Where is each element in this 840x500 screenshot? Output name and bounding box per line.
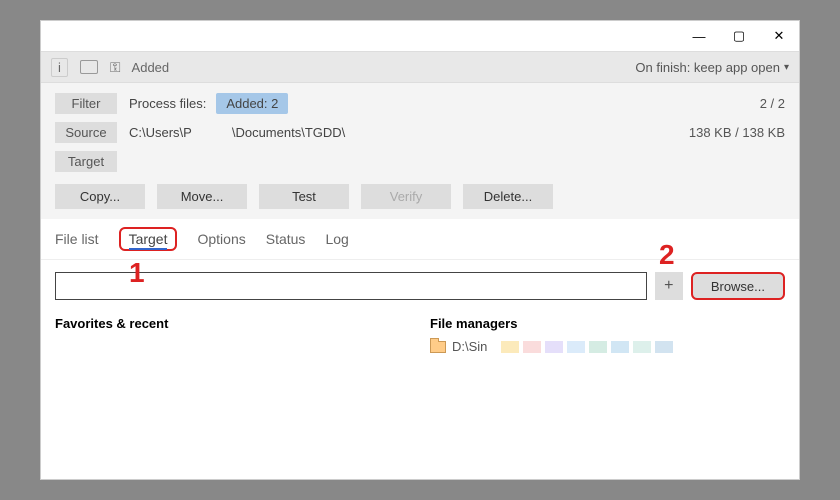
chevron-down-icon: ▾ (784, 62, 789, 73)
badge-icon: i (51, 58, 68, 77)
stripe (545, 341, 563, 353)
minimize-button[interactable]: — (679, 21, 719, 51)
tab-log[interactable]: Log (325, 229, 348, 249)
tab-file-list[interactable]: File list (55, 229, 99, 249)
recent-columns: Favorites & recent File managers D:\Sin (41, 312, 799, 358)
test-button[interactable]: Test (259, 184, 349, 209)
verify-button: Verify (361, 184, 451, 209)
stripe (655, 341, 673, 353)
tab-options[interactable]: Options (197, 229, 245, 249)
source-size: 138 KB / 138 KB (689, 125, 785, 140)
file-manager-label: D:\Sin (452, 339, 487, 354)
maximize-button[interactable]: ▢ (719, 21, 759, 51)
move-button[interactable]: Move... (157, 184, 247, 209)
action-row: Copy... Move... Test Verify Delete... (41, 180, 799, 219)
folder-icon (430, 341, 446, 353)
file-managers-heading: File managers (430, 316, 785, 331)
close-button[interactable]: ✕ (759, 21, 799, 51)
stripe (501, 341, 519, 353)
source-path-a: C:\Users\P (129, 125, 192, 140)
favorites-column: Favorites & recent (55, 316, 410, 354)
on-finish-dropdown[interactable]: On finish: keep app open ▾ (635, 60, 789, 75)
tab-row: File list Target Options Status Log (41, 219, 799, 260)
info-area: Filter Process files: Added: 2 2 / 2 Sou… (41, 83, 799, 180)
status-label: Added (132, 60, 170, 75)
tab-target[interactable]: Target (119, 227, 178, 251)
browse-button[interactable]: Browse... (691, 272, 785, 300)
target-label[interactable]: Target (55, 151, 117, 172)
stripe (589, 341, 607, 353)
file-count: 2 / 2 (760, 96, 785, 111)
color-stripes (501, 341, 673, 353)
file-manager-item[interactable]: D:\Sin (430, 339, 785, 354)
stripe (611, 341, 629, 353)
target-row: Target (55, 151, 785, 172)
stripe (523, 341, 541, 353)
target-path-input[interactable] (55, 272, 647, 300)
favorites-heading: Favorites & recent (55, 316, 410, 331)
tab-status[interactable]: Status (266, 229, 306, 249)
file-managers-column: File managers D:\Sin (430, 316, 785, 354)
filter-row: Filter Process files: Added: 2 2 / 2 (55, 93, 785, 114)
top-toolbar: i ⚿ Added On finish: keep app open ▾ (41, 51, 799, 83)
card-icon (80, 60, 98, 74)
titlebar: — ▢ ✕ (41, 21, 799, 51)
source-path-b: \Documents\TGDD\ (232, 125, 345, 140)
filter-label[interactable]: Filter (55, 93, 117, 114)
source-label[interactable]: Source (55, 122, 117, 143)
copy-button[interactable]: Copy... (55, 184, 145, 209)
target-input-row: + Browse... (41, 260, 799, 312)
added-pill[interactable]: Added: 2 (216, 93, 288, 114)
key-icon: ⚿ (110, 59, 120, 76)
process-files-label: Process files: (129, 96, 206, 111)
app-window: — ▢ ✕ i ⚿ Added On finish: keep app open… (40, 20, 800, 480)
stripe (567, 341, 585, 353)
delete-button[interactable]: Delete... (463, 184, 553, 209)
source-row: Source C:\Users\P \Documents\TGDD\ 138 K… (55, 122, 785, 143)
stripe (633, 341, 651, 353)
add-target-button[interactable]: + (655, 272, 683, 300)
